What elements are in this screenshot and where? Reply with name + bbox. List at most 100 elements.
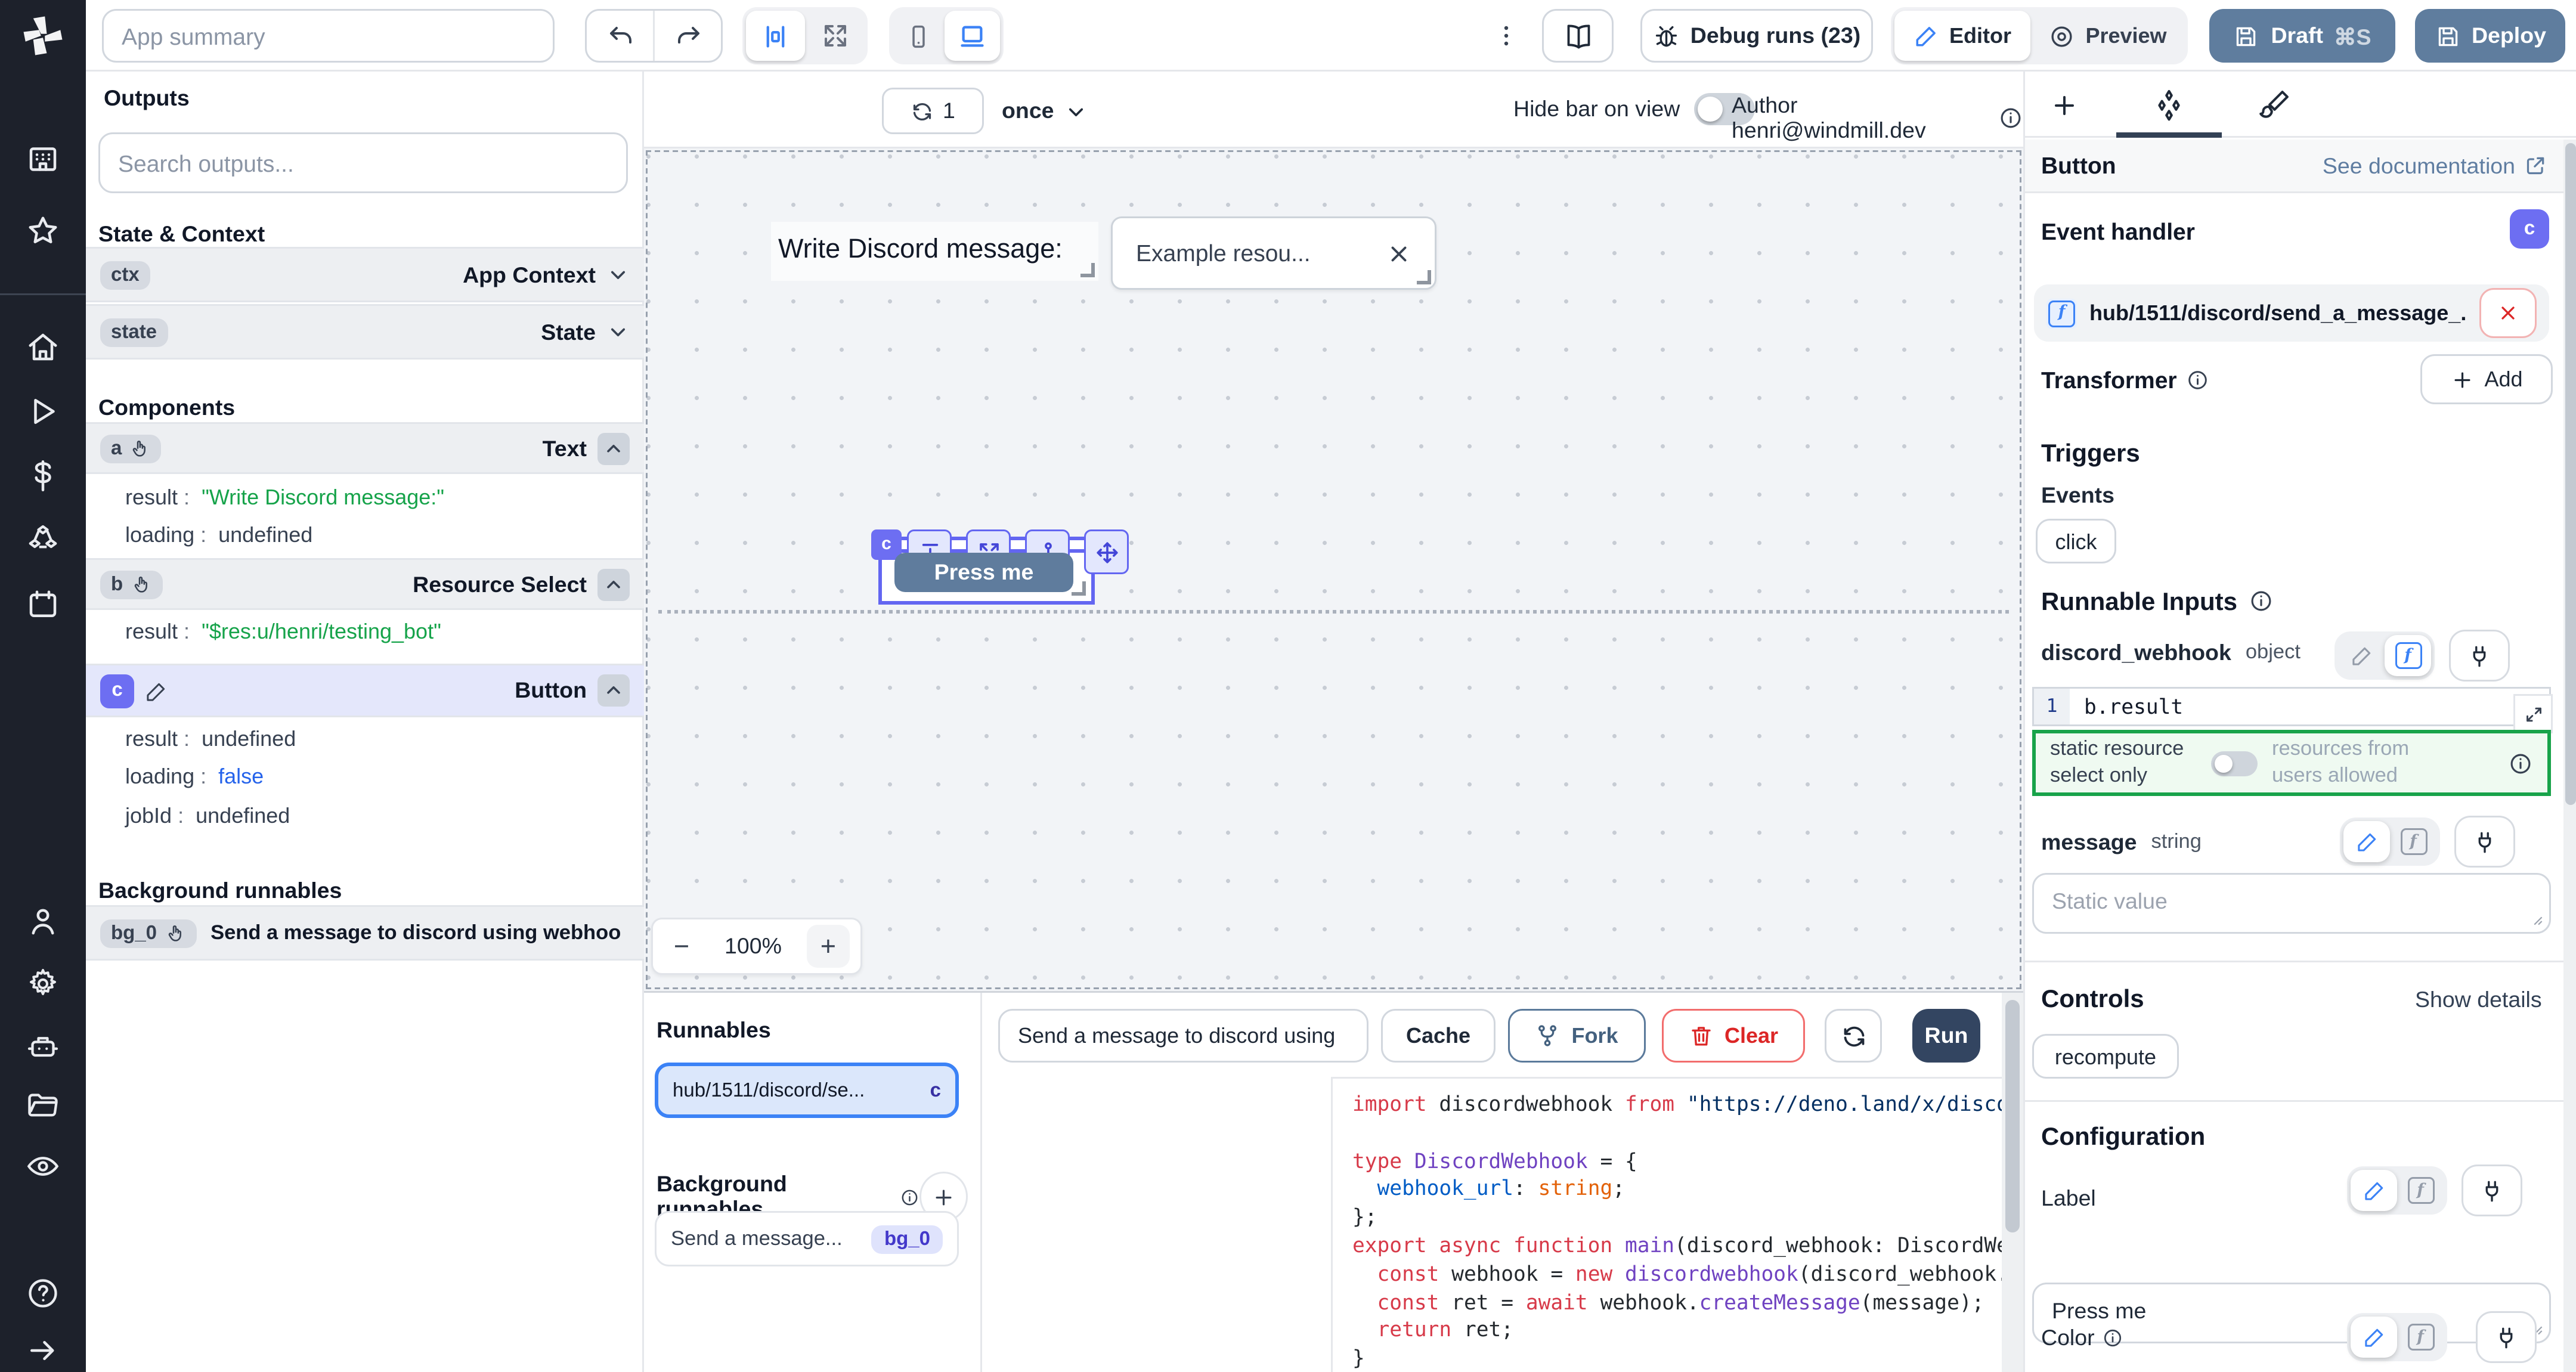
component-row-a[interactable]: a Text xyxy=(86,422,644,474)
see-documentation-link[interactable]: See documentation xyxy=(2323,153,2547,178)
info-icon[interactable] xyxy=(2248,589,2273,614)
run-button[interactable]: Run xyxy=(1912,1009,1980,1063)
desktop-view-icon[interactable] xyxy=(945,11,1000,61)
resource-mode-toggle[interactable] xyxy=(2211,751,2258,776)
redo-button[interactable] xyxy=(653,11,721,61)
move-icon[interactable] xyxy=(1084,529,1129,574)
audit-eye-icon[interactable] xyxy=(25,1148,61,1184)
variables-icon[interactable] xyxy=(25,458,61,494)
center-align-button[interactable] xyxy=(746,11,805,61)
refresh-count-button[interactable]: 1 xyxy=(882,88,984,134)
output-row-ctx[interactable]: ctx App Context xyxy=(86,247,644,302)
component-row-b[interactable]: b Resource Select xyxy=(86,558,644,610)
canvas-select-component[interactable]: Example resou... xyxy=(1111,216,1436,290)
collapse-sidebar-arrow-icon[interactable] xyxy=(25,1333,61,1368)
info-icon[interactable] xyxy=(2508,751,2533,776)
settings-gear-icon[interactable] xyxy=(25,966,61,1002)
refresh-code-button[interactable] xyxy=(1825,1009,1882,1063)
frequency-select[interactable]: once xyxy=(1002,88,1088,134)
ctx-badge[interactable]: ctx xyxy=(100,261,150,289)
static-pencil-icon[interactable] xyxy=(2343,821,2390,862)
fullscreen-expand-button[interactable] xyxy=(805,11,864,61)
add-transformer-button[interactable]: Add xyxy=(2420,354,2553,404)
resize-handle[interactable] xyxy=(1072,581,1086,596)
tab-preview[interactable]: Preview xyxy=(2030,11,2184,61)
styling-brush-tab[interactable] xyxy=(2258,88,2292,122)
more-menu-kebab-icon[interactable] xyxy=(1485,14,1528,57)
resize-handle[interactable] xyxy=(1417,270,1431,284)
show-details-link[interactable]: Show details xyxy=(2415,987,2542,1012)
help-icon[interactable] xyxy=(25,1275,61,1311)
resize-handle[interactable] xyxy=(1080,263,1095,277)
state-badge[interactable]: state xyxy=(100,318,168,346)
connect-plug-icon[interactable] xyxy=(2462,1165,2522,1216)
connect-plug-icon[interactable] xyxy=(2476,1311,2537,1363)
eval-function-icon[interactable] xyxy=(2397,1317,2444,1358)
info-icon[interactable] xyxy=(2186,368,2209,392)
script-name-button[interactable]: Send a message to discord using xyxy=(998,1009,1368,1063)
resources-icon[interactable] xyxy=(25,522,61,558)
component-c-badge: c xyxy=(2510,209,2549,249)
canvas-text-component[interactable]: Write Discord message: xyxy=(771,222,1098,281)
eval-function-icon[interactable] xyxy=(2397,1170,2444,1211)
code-scrollbar[interactable] xyxy=(2002,993,2023,1372)
collapse-chevron-up-button[interactable] xyxy=(597,568,630,600)
mobile-view-icon[interactable] xyxy=(893,11,945,61)
windmill-logo-icon[interactable] xyxy=(20,13,66,59)
eval-function-icon[interactable] xyxy=(2390,821,2436,862)
connect-plug-icon[interactable] xyxy=(2454,816,2515,868)
event-handler-runnable[interactable]: hub/1511/discord/send_a_message_... xyxy=(2034,284,2549,342)
recompute-control[interactable]: recompute xyxy=(2032,1034,2179,1079)
expr-editor[interactable]: 1 b.result xyxy=(2032,687,2551,726)
zoom-out-button[interactable]: − xyxy=(664,931,699,962)
background-runnable-item[interactable]: Send a message... bg_0 xyxy=(655,1211,959,1266)
background-runnable-row[interactable]: bg_0 Send a message to discord using web… xyxy=(86,905,644,961)
remove-runnable-x-button[interactable] xyxy=(2479,288,2537,338)
runs-icon[interactable] xyxy=(25,394,61,429)
draft-button[interactable]: Draft ⌘S xyxy=(2209,9,2395,63)
user-icon[interactable] xyxy=(25,903,61,939)
home-icon[interactable] xyxy=(25,329,61,365)
schedules-icon[interactable] xyxy=(25,587,61,622)
favorites-star-icon[interactable] xyxy=(25,213,61,249)
folders-icon[interactable] xyxy=(25,1088,61,1123)
right-settings-panel: Button See documentation Event handler c… xyxy=(2023,72,2576,1372)
output-row-state[interactable]: state State xyxy=(86,304,644,360)
workers-robot-icon[interactable] xyxy=(25,1029,61,1064)
refresh-icon xyxy=(911,100,934,123)
collapse-chevron-up-button[interactable] xyxy=(597,432,630,464)
runnable-item-selected[interactable]: hub/1511/discord/se... c xyxy=(655,1063,959,1118)
zoom-in-button[interactable]: + xyxy=(807,925,850,968)
edit-pencil-icon[interactable] xyxy=(145,679,168,702)
eval-function-icon[interactable] xyxy=(2385,635,2431,676)
info-icon[interactable] xyxy=(2102,1327,2123,1349)
deploy-button[interactable]: Deploy xyxy=(2415,9,2565,63)
tab-editor[interactable]: Editor xyxy=(1894,11,2030,61)
right-panel-scrollbar[interactable] xyxy=(2563,140,2576,1372)
expand-editor-button[interactable] xyxy=(2513,694,2553,733)
app-canvas[interactable]: Write Discord message: Example resou... … xyxy=(644,148,2023,991)
event-chip-click[interactable]: click xyxy=(2036,519,2116,563)
component-settings-tab[interactable] xyxy=(2152,88,2186,122)
docs-book-button[interactable] xyxy=(1542,9,1614,63)
info-icon[interactable] xyxy=(1998,106,2023,131)
canvas-button-component[interactable]: Press me xyxy=(894,553,1073,592)
debug-runs-button[interactable]: Debug runs (23) xyxy=(1640,9,1873,63)
search-outputs-input[interactable]: Search outputs... xyxy=(98,132,628,193)
connect-plug-icon[interactable] xyxy=(2449,630,2510,682)
workspace-icon[interactable] xyxy=(25,141,61,177)
fork-button[interactable]: Fork xyxy=(1508,1009,1646,1063)
clear-button[interactable]: Clear xyxy=(1662,1009,1805,1063)
static-pencil-icon[interactable] xyxy=(2338,635,2385,676)
insert-component-plus-tab[interactable] xyxy=(2050,91,2079,120)
undo-button[interactable] xyxy=(587,11,653,61)
collapse-chevron-up-button[interactable] xyxy=(597,674,630,707)
app-summary-input[interactable]: App summary xyxy=(102,9,555,63)
message-static-value-textarea[interactable]: Static value xyxy=(2032,873,2551,934)
clear-x-icon[interactable] xyxy=(1386,241,1411,267)
info-icon[interactable] xyxy=(899,1187,919,1207)
component-row-c[interactable]: c Button xyxy=(86,664,644,717)
cache-button[interactable]: Cache xyxy=(1381,1009,1496,1063)
static-pencil-icon[interactable] xyxy=(2351,1317,2397,1358)
static-pencil-icon[interactable] xyxy=(2351,1170,2397,1211)
